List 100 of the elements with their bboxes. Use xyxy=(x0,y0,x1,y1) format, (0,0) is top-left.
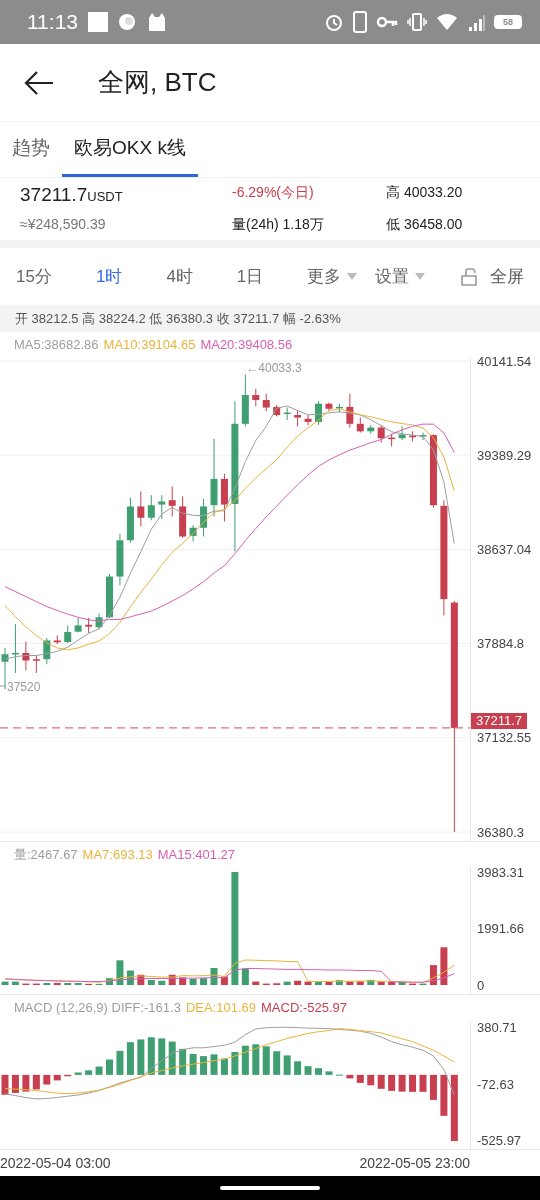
bar xyxy=(356,981,364,985)
dropdown-menu[interactable]: 更多 xyxy=(307,265,358,288)
bar xyxy=(53,1074,61,1081)
candlestick xyxy=(179,495,187,539)
bar xyxy=(252,1044,260,1075)
axis-label: 380.71 xyxy=(477,1019,517,1035)
bar xyxy=(137,1039,145,1075)
last-price-tag: 37211.7 xyxy=(471,712,528,729)
cny-price: ≈¥248,590.39 xyxy=(20,215,107,234)
legend-label: MA20:39408.56 xyxy=(200,337,293,352)
axis-label: 36380.3 xyxy=(477,824,524,840)
caret-icon xyxy=(347,273,358,280)
high-price: 高 40033.20 xyxy=(386,184,464,202)
wifi-icon xyxy=(436,13,458,31)
interval-tab[interactable]: 1时 xyxy=(95,265,123,288)
bar xyxy=(11,981,19,985)
candlestick xyxy=(126,497,134,544)
interval-tab[interactable]: 1日 xyxy=(236,265,264,288)
time-label: 2022-05-05 23:00 xyxy=(359,1155,470,1171)
candlestick xyxy=(356,417,364,434)
candlestick xyxy=(1,647,9,690)
candlestick xyxy=(419,432,427,441)
fullscreen-button[interactable]: 全屏 xyxy=(460,265,524,288)
candlestick xyxy=(168,485,176,517)
bar xyxy=(189,978,197,985)
candlestick xyxy=(106,573,113,619)
candlestick xyxy=(346,393,354,429)
tab[interactable]: 趋势 xyxy=(0,122,62,177)
leader-line xyxy=(0,685,7,687)
cat-icon xyxy=(146,12,166,32)
candlestick xyxy=(367,424,375,435)
candlestick xyxy=(137,490,145,527)
axis-label: 3983.31 xyxy=(477,864,524,880)
bar xyxy=(126,970,134,985)
candlestick xyxy=(377,424,385,444)
candlestick xyxy=(11,623,19,674)
bar xyxy=(231,1052,239,1075)
bar xyxy=(315,1068,322,1075)
bar xyxy=(356,1074,364,1083)
bar xyxy=(116,1050,124,1075)
bar xyxy=(1,1074,9,1095)
bar xyxy=(158,1038,166,1075)
bar xyxy=(179,1048,187,1075)
bar xyxy=(210,968,218,985)
bar xyxy=(388,981,396,985)
bar xyxy=(137,974,145,985)
bar xyxy=(220,1058,228,1075)
last-price: 37211.7USDT xyxy=(20,184,124,207)
candlestick xyxy=(304,414,312,426)
bar xyxy=(1,981,9,985)
bar xyxy=(241,968,249,985)
bar xyxy=(273,1051,281,1075)
candlestick xyxy=(189,524,197,542)
candlestick xyxy=(241,374,249,427)
dropdown-menu[interactable]: 设置 xyxy=(375,265,426,288)
bar xyxy=(32,1074,40,1090)
bar xyxy=(450,1074,458,1141)
axis-label: 39389.29 xyxy=(477,447,532,463)
candlestick xyxy=(85,617,93,634)
candlestick xyxy=(252,388,260,407)
candlestick xyxy=(64,624,72,644)
legend-label: MACD:-525.97 xyxy=(261,1000,347,1015)
candlestick xyxy=(325,402,333,412)
bar xyxy=(126,1042,134,1075)
legend-label: MA5:38682.86 xyxy=(14,337,99,352)
axis-label: 40141.54 xyxy=(477,353,532,369)
notification-icon xyxy=(88,12,108,32)
status-time: 11:13 xyxy=(27,10,78,34)
page-title: 全网, BTC xyxy=(98,66,217,99)
legend-label: MA10:39104.65 xyxy=(103,337,196,352)
bar xyxy=(22,1074,30,1092)
bar xyxy=(377,981,385,985)
bar xyxy=(262,1046,270,1075)
candlestick xyxy=(315,400,322,426)
interval-tab[interactable]: 15分 xyxy=(16,265,52,288)
bar xyxy=(419,1074,427,1092)
candlestick xyxy=(388,433,396,447)
legend-label: MACD (12,26,9) DIFF:-161.3 xyxy=(14,1000,181,1015)
bar xyxy=(74,1072,82,1075)
interval-tab[interactable]: 4时 xyxy=(166,265,193,288)
candlestick xyxy=(43,637,51,665)
bar xyxy=(440,1074,448,1116)
candlestick xyxy=(294,409,302,427)
low-price-marker: 37520 xyxy=(7,680,41,694)
high-price-marker: ←40033.3 xyxy=(246,361,302,375)
legend-label: MA15:401.27 xyxy=(157,847,236,862)
battery-indicator: 58 xyxy=(494,15,522,29)
bar xyxy=(168,1041,176,1075)
bar xyxy=(346,1074,354,1079)
candlestick xyxy=(116,533,124,586)
bar xyxy=(64,1074,72,1077)
candlestick xyxy=(273,404,281,417)
candlestick xyxy=(158,494,166,520)
candlestick xyxy=(32,654,40,674)
bar xyxy=(325,1071,333,1075)
low-price: 低 36458.00 xyxy=(386,215,464,234)
tab[interactable]: 欧易OKX k线 xyxy=(62,122,198,177)
bar xyxy=(440,947,448,985)
bar xyxy=(158,980,166,985)
phone-icon xyxy=(353,11,367,33)
